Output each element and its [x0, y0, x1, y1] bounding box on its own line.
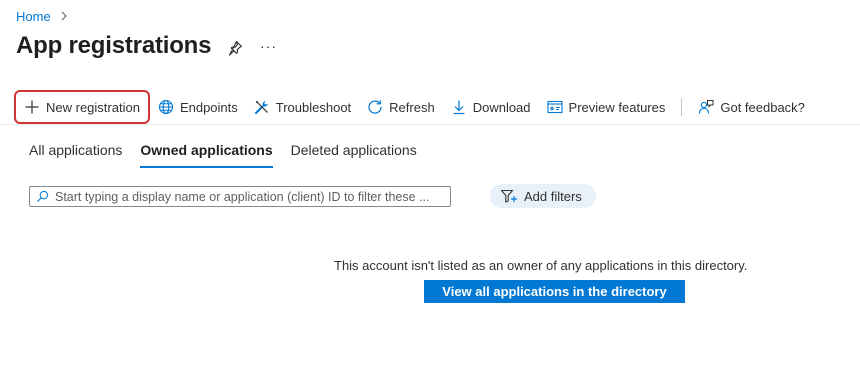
- tab-owned-applications[interactable]: Owned applications: [131, 138, 281, 168]
- empty-state-message: This account isn't listed as an owner of…: [334, 258, 748, 273]
- new-registration-label: New registration: [46, 99, 140, 115]
- add-filters-label: Add filters: [524, 188, 582, 204]
- preview-features-label: Preview features: [568, 99, 666, 115]
- command-bar: New registration Endpoints Troubleshoot …: [14, 90, 813, 124]
- troubleshoot-button[interactable]: Troubleshoot: [246, 91, 359, 123]
- new-registration-button[interactable]: New registration: [14, 90, 150, 124]
- feedback-label: Got feedback?: [720, 99, 805, 115]
- breadcrumb-home-link[interactable]: Home: [16, 9, 51, 24]
- page-title: App registrations: [16, 32, 212, 59]
- application-tabs: All applications Owned applications Dele…: [20, 138, 426, 168]
- refresh-button[interactable]: Refresh: [359, 91, 443, 123]
- preview-features-button[interactable]: Preview features: [539, 91, 674, 123]
- tab-all-applications[interactable]: All applications: [20, 138, 131, 168]
- pin-icon[interactable]: [227, 40, 243, 56]
- search-icon: [36, 190, 49, 203]
- download-icon: [453, 100, 465, 115]
- wrench-icon: [254, 101, 268, 114]
- refresh-label: Refresh: [389, 99, 435, 115]
- breadcrumb: Home: [16, 7, 69, 25]
- feedback-icon: [699, 100, 714, 114]
- more-options-icon[interactable]: ···: [260, 38, 277, 54]
- toolbar-divider: [681, 98, 683, 116]
- troubleshoot-label: Troubleshoot: [275, 99, 352, 115]
- endpoints-button[interactable]: Endpoints: [150, 91, 246, 123]
- search-input[interactable]: [55, 189, 445, 204]
- search-box: [29, 186, 451, 207]
- tab-deleted-applications[interactable]: Deleted applications: [282, 138, 426, 168]
- globe-icon: [158, 99, 173, 115]
- download-label: Download: [472, 99, 531, 115]
- toolbar-divider-line: [0, 124, 860, 125]
- endpoints-label: Endpoints: [179, 99, 238, 115]
- chevron-right-icon: [61, 11, 67, 21]
- add-filters-button[interactable]: Add filters: [490, 184, 596, 208]
- download-button[interactable]: Download: [443, 91, 539, 123]
- view-all-applications-button[interactable]: View all applications in the directory: [424, 280, 685, 303]
- refresh-icon: [368, 100, 382, 114]
- preview-features-icon: [546, 100, 563, 114]
- feedback-button[interactable]: Got feedback?: [690, 91, 813, 123]
- plus-icon: [25, 100, 39, 114]
- add-filter-icon: [500, 189, 517, 203]
